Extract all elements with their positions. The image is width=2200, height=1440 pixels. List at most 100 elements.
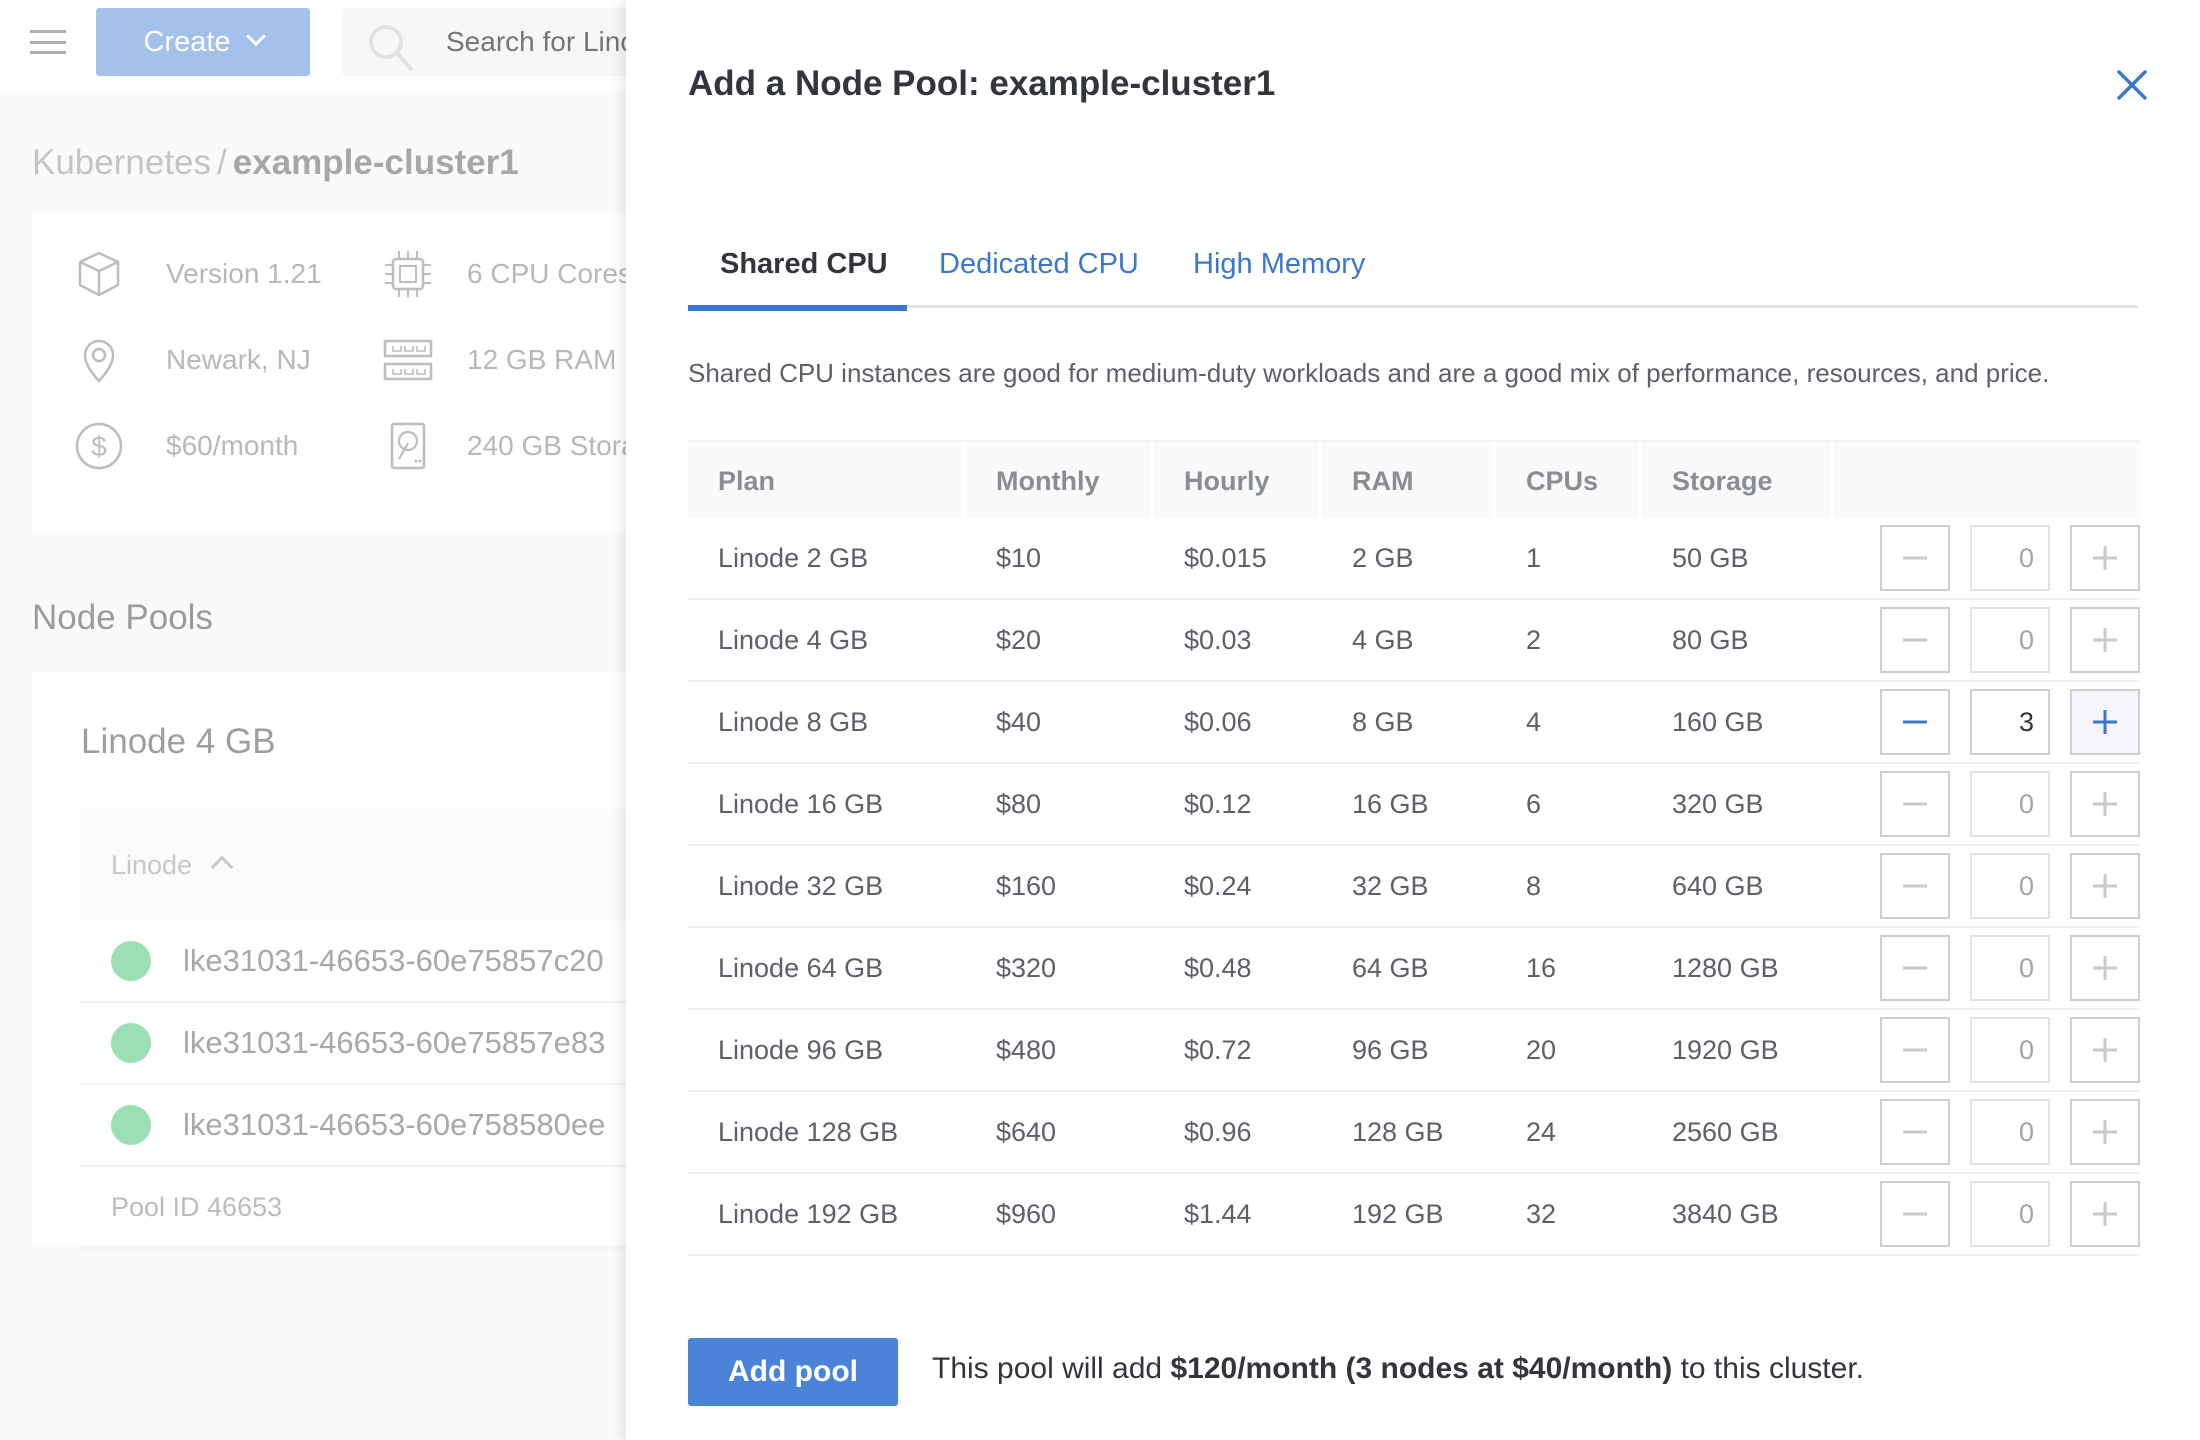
plan-storage: 80 GB bbox=[1672, 624, 1749, 655]
decrement-button[interactable] bbox=[1880, 1181, 1950, 1247]
plan-monthly-price: $640 bbox=[996, 1116, 1057, 1147]
decrement-button[interactable] bbox=[1880, 853, 1950, 919]
cube-icon bbox=[72, 247, 126, 301]
tab-shared-cpu[interactable]: Shared CPU bbox=[688, 236, 907, 311]
plan-row: Linode 64 GB $320 $0.48 64 GB 16 1280 GB bbox=[688, 928, 2140, 1010]
quantity-input[interactable] bbox=[1970, 1181, 2050, 1247]
decrement-button[interactable] bbox=[1880, 525, 1950, 591]
plan-table-body: Linode 2 GB $10 $0.015 2 GB 1 50 GB Lino… bbox=[688, 518, 2140, 1256]
plan-monthly-price: $960 bbox=[996, 1198, 1057, 1229]
node-row[interactable]: lke31031-46653-60e758580ee bbox=[80, 1085, 660, 1167]
quantity-stepper bbox=[1834, 1092, 2140, 1172]
plus-icon bbox=[2093, 874, 2117, 898]
increment-button[interactable] bbox=[2070, 935, 2140, 1001]
decrement-button[interactable] bbox=[1880, 1017, 1950, 1083]
plan-cpus: 20 bbox=[1526, 1034, 1557, 1065]
minus-icon bbox=[1903, 720, 1927, 724]
node-label[interactable]: lke31031-46653-60e758580ee bbox=[183, 1107, 605, 1143]
plan-name: Linode 192 GB bbox=[718, 1198, 899, 1229]
search-icon bbox=[369, 25, 413, 71]
tab-dedicated-cpu[interactable]: Dedicated CPU bbox=[907, 236, 1161, 308]
node-label[interactable]: lke31031-46653-60e75857c20 bbox=[183, 943, 604, 979]
close-button[interactable] bbox=[2115, 68, 2149, 102]
minus-icon bbox=[1903, 966, 1927, 970]
plan-hourly-price: $0.72 bbox=[1184, 1034, 1252, 1065]
node-label[interactable]: lke31031-46653-60e75857e83 bbox=[183, 1025, 605, 1061]
plan-hourly-price: $0.015 bbox=[1184, 542, 1267, 573]
cluster-summary-card: Version 1.21 Newark, NJ $ $60/month 6 CP… bbox=[32, 213, 668, 533]
decrement-button[interactable] bbox=[1880, 607, 1950, 673]
decrement-button[interactable] bbox=[1880, 935, 1950, 1001]
plan-ram: 8 GB bbox=[1352, 706, 1414, 737]
increment-button[interactable] bbox=[2070, 853, 2140, 919]
quantity-input[interactable] bbox=[1970, 935, 2050, 1001]
summary-region: Newark, NJ bbox=[72, 333, 311, 387]
plan-ram: 192 GB bbox=[1352, 1198, 1444, 1229]
node-row[interactable]: lke31031-46653-60e75857c20 bbox=[80, 921, 660, 1003]
increment-button[interactable] bbox=[2070, 771, 2140, 837]
plan-cpus: 8 bbox=[1526, 870, 1542, 901]
plan-cpus: 16 bbox=[1526, 952, 1557, 983]
tab-high-memory[interactable]: High Memory bbox=[1161, 236, 1397, 308]
minus-icon bbox=[1903, 1130, 1927, 1134]
breadcrumb-separator: / bbox=[217, 143, 227, 182]
status-running-icon bbox=[111, 1105, 151, 1145]
decrement-button[interactable] bbox=[1880, 689, 1950, 755]
plan-monthly-price: $320 bbox=[996, 952, 1057, 983]
summary-price: $ $60/month bbox=[72, 419, 298, 473]
quantity-input[interactable] bbox=[1970, 607, 2050, 673]
plus-icon bbox=[2093, 1120, 2117, 1144]
status-running-icon bbox=[111, 941, 151, 981]
node-row[interactable]: lke31031-46653-60e75857e83 bbox=[80, 1003, 660, 1085]
plan-ram: 4 GB bbox=[1352, 624, 1414, 655]
quantity-stepper bbox=[1834, 764, 2140, 844]
drawer-title: Add a Node Pool: example-cluster1 bbox=[688, 64, 1276, 103]
quantity-input[interactable] bbox=[1970, 771, 2050, 837]
decrement-button[interactable] bbox=[1880, 771, 1950, 837]
ram-icon bbox=[381, 333, 435, 387]
cpu-chip-icon bbox=[381, 247, 435, 301]
plan-name: Linode 4 GB bbox=[718, 624, 869, 655]
hamburger-icon[interactable] bbox=[30, 30, 66, 54]
quantity-stepper bbox=[1834, 846, 2140, 926]
plan-hourly-price: $0.12 bbox=[1184, 788, 1252, 819]
quantity-stepper bbox=[1834, 682, 2140, 762]
plan-storage: 160 GB bbox=[1672, 706, 1764, 737]
plan-name: Linode 16 GB bbox=[718, 788, 884, 819]
plan-storage: 1920 GB bbox=[1672, 1034, 1779, 1065]
add-pool-button[interactable]: Add pool bbox=[688, 1338, 898, 1406]
quantity-input[interactable] bbox=[1970, 1017, 2050, 1083]
summary-suffix: to this cluster. bbox=[1672, 1352, 1864, 1385]
increment-button[interactable] bbox=[2070, 1181, 2140, 1247]
summary-cost: $120/month (3 nodes at $40/month) bbox=[1170, 1352, 1673, 1385]
breadcrumb-parent[interactable]: Kubernetes bbox=[32, 143, 211, 182]
column-header-linode: Linode bbox=[111, 849, 193, 880]
plan-hourly-price: $0.03 bbox=[1184, 624, 1252, 655]
plan-monthly-price: $40 bbox=[996, 706, 1042, 737]
plan-cpus: 32 bbox=[1526, 1198, 1557, 1229]
plan-table-header: Plan Monthly Hourly RAM CPUs Storage bbox=[688, 440, 2140, 520]
node-pool-table-header[interactable]: Linode bbox=[80, 809, 660, 921]
plan-name: Linode 32 GB bbox=[718, 870, 884, 901]
quantity-stepper bbox=[1834, 600, 2140, 680]
sort-ascending-icon bbox=[210, 855, 234, 879]
plan-hourly-price: $0.48 bbox=[1184, 952, 1252, 983]
increment-button[interactable] bbox=[2070, 525, 2140, 591]
summary-price-text: $60/month bbox=[166, 430, 299, 461]
plan-hourly-price: $0.96 bbox=[1184, 1116, 1252, 1147]
quantity-input[interactable] bbox=[1970, 1099, 2050, 1165]
quantity-input[interactable] bbox=[1970, 525, 2050, 591]
dollar-circle-icon: $ bbox=[72, 419, 126, 473]
decrement-button[interactable] bbox=[1880, 1099, 1950, 1165]
summary-version-text: Version 1.21 bbox=[166, 258, 322, 289]
increment-button[interactable] bbox=[2070, 689, 2140, 755]
quantity-stepper bbox=[1834, 928, 2140, 1008]
increment-button[interactable] bbox=[2070, 1099, 2140, 1165]
quantity-input[interactable] bbox=[1970, 853, 2050, 919]
increment-button[interactable] bbox=[2070, 607, 2140, 673]
pool-cost-summary: This pool will add $120/month (3 nodes a… bbox=[932, 1352, 1864, 1386]
plan-hourly-price: $0.24 bbox=[1184, 870, 1252, 901]
create-button[interactable]: Create bbox=[96, 8, 310, 76]
quantity-input[interactable] bbox=[1970, 689, 2050, 755]
increment-button[interactable] bbox=[2070, 1017, 2140, 1083]
